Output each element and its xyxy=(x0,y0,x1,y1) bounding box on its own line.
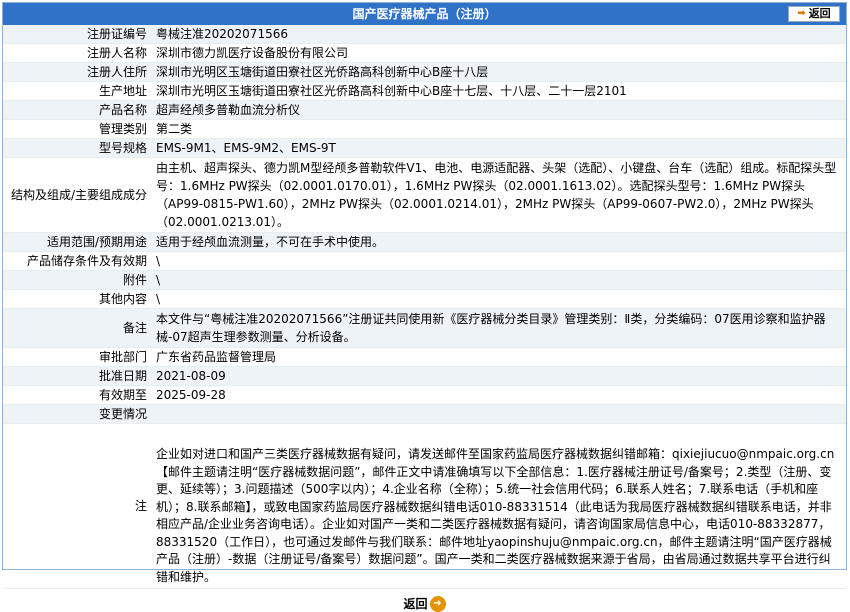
field-label: 有效期至 xyxy=(3,385,153,405)
table-row: 批准日期 2021-08-09 xyxy=(3,366,846,386)
field-value: 深圳市德力凯医疗设备股份有限公司 xyxy=(153,43,846,63)
field-value: 适用于经颅血流测量，不可在手术中使用。 xyxy=(153,232,846,252)
field-value: 2025-09-28 xyxy=(153,385,846,405)
field-value: 本文件与“粤械注准20202071566”注册证共同使用新《医疗器械分类目录》管… xyxy=(153,308,846,348)
back-button-bottom[interactable]: 返回 ➜ xyxy=(403,595,446,612)
back-button-top-label: 返回 xyxy=(808,7,831,20)
table-row: 附件 \ xyxy=(3,270,846,290)
field-label: 变更情况 xyxy=(3,404,153,424)
field-value: 广东省药品监督管理局 xyxy=(153,347,846,367)
table-row: 产品储存条件及有效期 \ xyxy=(3,251,846,271)
field-value: 由主机、超声探头、德力凯M型经颅多普勒软件V1、电池、电源适配器、头架（选配）、… xyxy=(153,157,846,233)
table-row: 产品名称 超声经颅多普勒血流分析仪 xyxy=(3,100,846,120)
note-row: 注企业如对进口和国产三类医疗器械数据有疑问，请发送邮件至国家药监局医疗器械数据纠… xyxy=(3,423,846,589)
table-row: 结构及组成/主要组成成分 由主机、超声探头、德力凯M型经颅多普勒软件V1、电池、电… xyxy=(3,157,846,233)
field-label: 批准日期 xyxy=(3,366,153,386)
field-label: 注册人名称 xyxy=(3,43,153,63)
field-label: 生产地址 xyxy=(3,81,153,101)
field-value xyxy=(153,404,846,424)
table-row: 管理类别 第二类 xyxy=(3,119,846,139)
field-value: 深圳市光明区玉塘街道田寮社区光侨路高科创新中心B座十八层 xyxy=(153,62,846,82)
field-label: 产品储存条件及有效期 xyxy=(3,251,153,271)
field-label: 型号规格 xyxy=(3,138,153,158)
field-value: \ xyxy=(153,251,846,271)
table-row: 备注 本文件与“粤械注准20202071566”注册证共同使用新《医疗器械分类目录… xyxy=(3,308,846,348)
arrow-circle-icon: ➜ xyxy=(429,595,446,612)
table-row: 注册人住所 深圳市光明区玉塘街道田寮社区光侨路高科创新中心B座十八层 xyxy=(3,62,846,82)
page-title: 国产医疗器械产品（注册） xyxy=(352,7,497,21)
back-button-bottom-label: 返回 xyxy=(403,597,428,611)
table-row: 适用范围/预期用途 适用于经颅血流测量，不可在手术中使用。 xyxy=(3,232,846,252)
detail-panel: 国产医疗器械产品（注册） ➡ 返回 注册证编号 粤械注准20202071566 注册… xyxy=(2,2,847,612)
field-label: 备注 xyxy=(3,308,153,348)
field-label: 适用范围/预期用途 xyxy=(3,232,153,252)
arrow-right-icon: ➡ xyxy=(797,8,806,19)
field-label: 管理类别 xyxy=(3,119,153,139)
field-label: 结构及组成/主要组成成分 xyxy=(3,157,153,233)
field-value: \ xyxy=(153,289,846,309)
table-row: 注册证编号 粤械注准20202071566 xyxy=(3,25,846,44)
table-row: 审批部门 广东省药品监督管理局 xyxy=(3,347,846,367)
field-label: 附件 xyxy=(3,270,153,290)
field-value: 超声经颅多普勒血流分析仪 xyxy=(153,100,846,120)
field-label: 其他内容 xyxy=(3,289,153,309)
field-label: 审批部门 xyxy=(3,347,153,367)
field-value: 第二类 xyxy=(153,119,846,139)
field-value: 2021-08-09 xyxy=(153,366,846,386)
table-row: 注册人名称 深圳市德力凯医疗设备股份有限公司 xyxy=(3,43,846,63)
table-row: 其他内容 \ xyxy=(3,289,846,309)
table-row: 有效期至 2025-09-28 xyxy=(3,385,846,405)
table-row: 型号规格 EMS-9M1、EMS-9M2、EMS-9T xyxy=(3,138,846,158)
field-value: \ xyxy=(153,270,846,290)
back-button-top[interactable]: ➡ 返回 xyxy=(788,6,840,22)
title-bar: 国产医疗器械产品（注册） ➡ 返回 xyxy=(3,3,846,25)
field-value: EMS-9M1、EMS-9M2、EMS-9T xyxy=(153,138,846,158)
field-value: 深圳市光明区玉塘街道田寮社区光侨路高科创新中心B座十七层、十八层、二十一层210… xyxy=(153,81,846,101)
field-label: 注册人住所 xyxy=(3,62,153,82)
detail-table: 注册证编号 粤械注准20202071566 注册人名称 深圳市德力凯医疗设备股份有限公… xyxy=(3,25,846,589)
note-label: 注 xyxy=(3,423,153,589)
field-label: 产品名称 xyxy=(3,100,153,120)
table-row: 变更情况 xyxy=(3,404,846,424)
field-value: 粤械注准20202071566 xyxy=(153,25,846,44)
table-row: 生产地址 深圳市光明区玉塘街道田寮社区光侨路高科创新中心B座十七层、十八层、二十一… xyxy=(3,81,846,101)
note-text: 企业如对进口和国产三类医疗器械数据有疑问，请发送邮件至国家药监局医疗器械数据纠错… xyxy=(153,423,846,589)
footer: 返回 ➜ xyxy=(3,589,846,612)
field-label: 注册证编号 xyxy=(3,25,153,44)
